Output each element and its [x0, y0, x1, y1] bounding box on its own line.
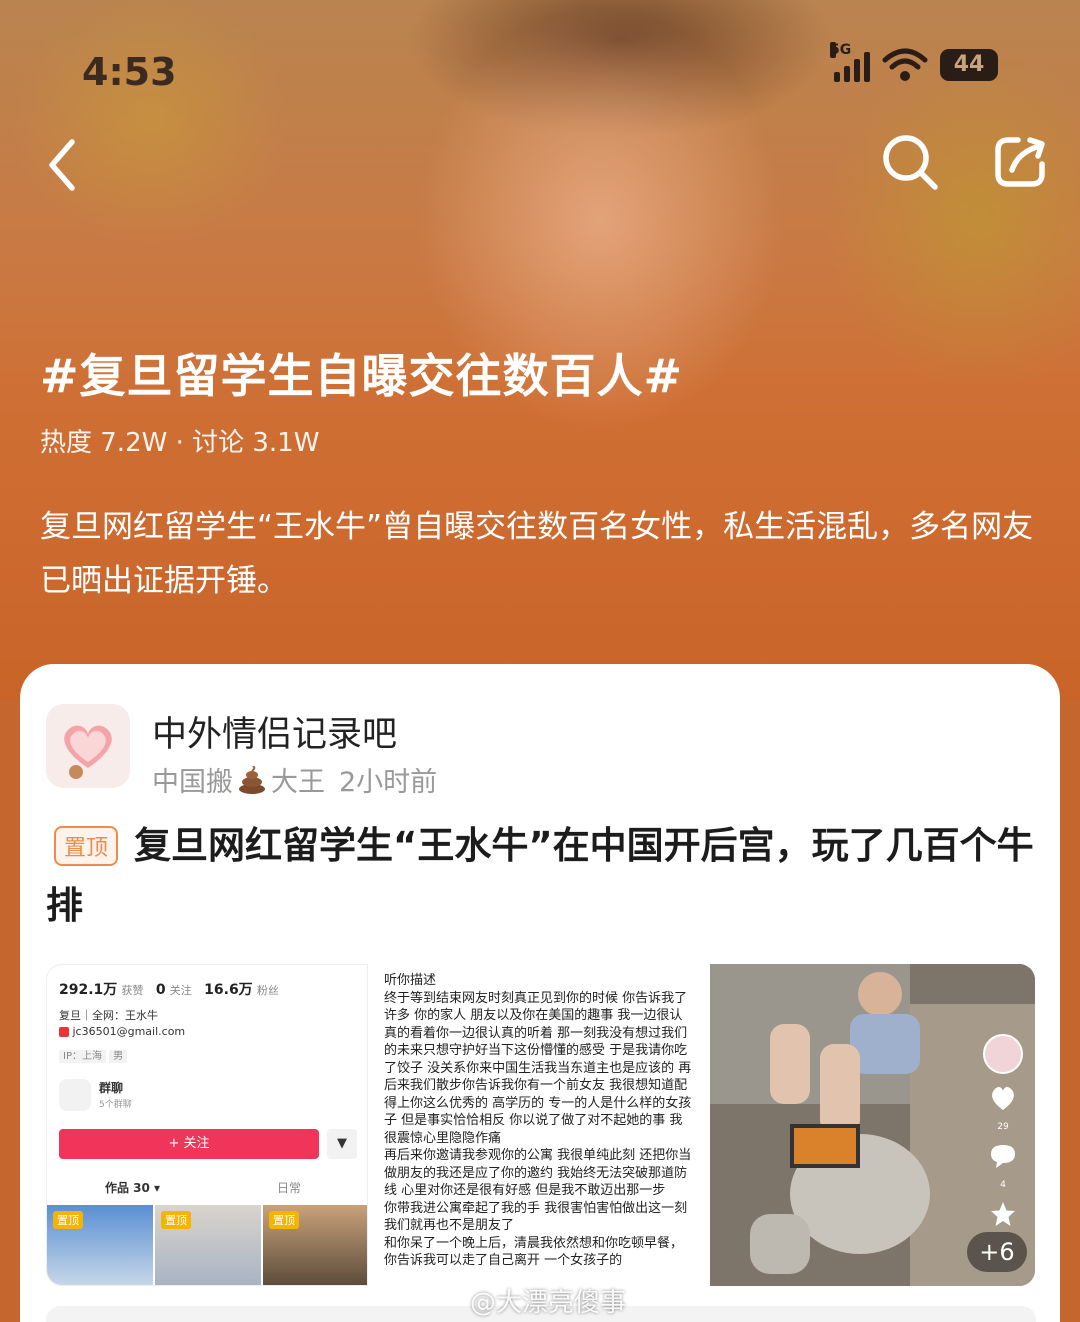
star-icon	[991, 1202, 1015, 1226]
topic-description: 复旦网红留学生“王水牛”曾自曝交往数百名女性，私生活混乱，多名网友已晒出证据开锤…	[40, 509, 1034, 599]
cellular-signal-icon: 5G	[830, 42, 870, 82]
note-text: 听你描述 终于等到结束网友时刻真正见到你的时候 你告诉我了许多 你的家人 朋友以…	[384, 973, 692, 1268]
post-meta: 中国搬 大王 2小时前	[152, 760, 437, 799]
like-count: 29	[997, 1122, 1009, 1132]
dropdown-arrow-icon: ▼	[327, 1129, 357, 1159]
post-title[interactable]: 复旦网红留学生“王水牛”在中国开后宫，玩了几百个牛排	[46, 816, 1036, 936]
comment-count: 4	[1000, 1180, 1006, 1190]
topic-title: #复旦留学生自曝交往数百人#	[40, 349, 684, 403]
work-tile: 置顶	[47, 1205, 153, 1285]
forum-avatar[interactable]	[46, 704, 130, 788]
topic-stats: 热度 7.2W · 讨论 3.1W	[40, 428, 320, 458]
status-time: 4:53	[82, 50, 177, 94]
status-icons: 5G 44	[830, 42, 998, 82]
group-chat-count: 5个群聊	[99, 1100, 132, 1110]
profile-ip: IP：上海 男	[59, 1047, 128, 1063]
poo-emoji-icon	[239, 765, 265, 794]
chevron-left-icon[interactable]	[40, 130, 90, 200]
search-icon[interactable]	[878, 130, 942, 194]
works-grid: 置顶 置顶 置顶	[47, 1205, 367, 1285]
author-name-prefix[interactable]: 中国搬	[152, 760, 233, 799]
work-tile: 置顶	[263, 1205, 367, 1285]
video-side-actions: 29 4	[981, 1034, 1025, 1228]
post-image-note[interactable]: 听你描述 终于等到结束网友时刻真正见到你的时候 你告诉我了许多 你的家人 朋友以…	[376, 964, 702, 1286]
follow-button: + 关注	[59, 1129, 319, 1159]
group-chat-icon	[59, 1079, 91, 1111]
watermark: @大漂亮傻事	[470, 1288, 627, 1318]
battery-indicator: 44	[940, 49, 998, 81]
works-tab: 作品 30 ▾	[105, 1181, 161, 1195]
profile-bio: 复旦｜全网：王水牛	[59, 1009, 158, 1022]
network-label: 5G	[830, 42, 852, 58]
heart-icon	[992, 1087, 1014, 1110]
share-icon[interactable]	[988, 130, 1052, 194]
post-image-profile[interactable]: 292.1万 获赞 0 关注 16.6万 粉丝 复旦｜全网：王水牛 jc3650…	[46, 964, 368, 1286]
heart-icon	[46, 704, 130, 788]
post-time: 2小时前	[339, 767, 438, 798]
forum-name[interactable]: 中外情侣记录吧	[152, 706, 397, 757]
profile-email: jc36501@gmail.com	[59, 1025, 185, 1038]
creator-avatar	[983, 1034, 1023, 1074]
wifi-icon	[882, 48, 928, 81]
more-images-count[interactable]: +6	[967, 1232, 1027, 1272]
author-name-suffix[interactable]: 大王	[271, 760, 325, 799]
profile-stats: 292.1万 获赞 0 关注 16.6万 粉丝	[59, 982, 279, 998]
group-chat-label: 群聊	[99, 1081, 124, 1095]
daily-tab: 日常	[277, 1181, 302, 1195]
work-tile: 置顶	[155, 1205, 261, 1285]
post-image-video[interactable]: 29 4 +6	[710, 964, 1035, 1286]
post-card[interactable]: 中外情侣记录吧 中国搬 大王 2小时前 置顶 复旦网红留学生“王水牛”在中国开后…	[20, 664, 1060, 1322]
comment-icon	[991, 1145, 1015, 1168]
